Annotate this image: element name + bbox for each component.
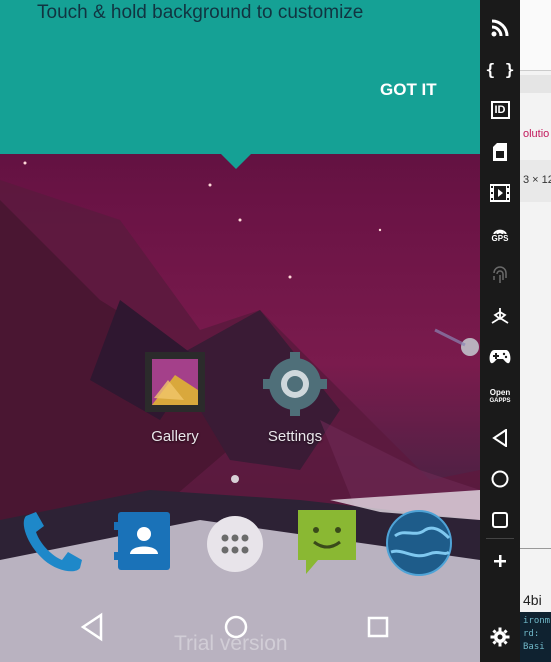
gallery-label: Gallery bbox=[151, 428, 199, 445]
id-label: ID bbox=[490, 101, 510, 119]
nav-back-icon[interactable] bbox=[79, 612, 107, 642]
gamepad-icon[interactable] bbox=[480, 341, 520, 373]
open-gapps-label-1: Open bbox=[489, 388, 511, 397]
recents-icon[interactable] bbox=[480, 504, 520, 536]
open-gapps-icon[interactable]: Open GAPPS bbox=[480, 381, 520, 413]
rss-icon[interactable] bbox=[480, 12, 520, 44]
browser-app[interactable] bbox=[385, 508, 453, 582]
emulator-sidebar: { } ID GPS Open GAPPS bbox=[480, 0, 520, 662]
gallery-icon bbox=[145, 352, 205, 412]
settings-icon bbox=[263, 352, 327, 416]
globe-icon bbox=[386, 510, 452, 576]
contacts-icon bbox=[114, 512, 170, 570]
open-gapps-label-2: GAPPS bbox=[489, 398, 511, 404]
back-icon[interactable] bbox=[480, 422, 520, 454]
android-screen[interactable]: Touch & hold background to customize GOT… bbox=[0, 0, 480, 662]
fingerprint-icon bbox=[480, 259, 520, 291]
trial-version-watermark: Trial version bbox=[174, 632, 288, 655]
plus-icon[interactable] bbox=[480, 545, 520, 577]
bg-window-header bbox=[520, 0, 551, 71]
page-indicator bbox=[231, 475, 239, 483]
gps-label: GPS bbox=[491, 233, 509, 243]
gallery-app[interactable]: Gallery bbox=[135, 350, 215, 445]
messaging-icon bbox=[298, 510, 356, 574]
contacts-app[interactable] bbox=[112, 508, 174, 578]
phone-icon bbox=[23, 512, 82, 572]
accelerometer-icon[interactable] bbox=[480, 300, 520, 332]
bg-text-size: 3 × 12 bbox=[523, 174, 551, 186]
tooltip-message: Touch & hold background to customize bbox=[37, 2, 364, 23]
bg-terminal-line-3: Basi bbox=[523, 642, 545, 652]
bg-terminal-line-1: ironm bbox=[523, 616, 551, 626]
app-drawer[interactable] bbox=[205, 514, 265, 578]
bg-window-bar bbox=[520, 75, 551, 93]
settings-app[interactable]: Settings bbox=[255, 350, 335, 445]
gear-icon[interactable] bbox=[480, 621, 520, 653]
bg-text-resolution: olutio bbox=[523, 128, 550, 140]
sim-icon[interactable] bbox=[480, 136, 520, 168]
customize-tooltip: Touch & hold background to customize GOT… bbox=[0, 0, 480, 169]
braces-icon[interactable]: { } bbox=[480, 53, 520, 85]
id-icon[interactable]: ID bbox=[480, 94, 520, 126]
app-drawer-icon bbox=[207, 516, 263, 572]
bg-terminal-line-2: rd: bbox=[523, 629, 540, 639]
gps-icon[interactable]: GPS bbox=[480, 218, 520, 250]
background-window: olutio 3 × 12 4bi ironm rd: Basi bbox=[520, 0, 551, 662]
phone-app[interactable] bbox=[18, 508, 86, 580]
bg-divider bbox=[520, 548, 551, 549]
bg-text-4bit: 4bi bbox=[523, 592, 542, 608]
home-icon[interactable] bbox=[480, 463, 520, 495]
sidebar-divider bbox=[486, 538, 514, 539]
film-icon[interactable] bbox=[480, 177, 520, 209]
tooltip-arrow bbox=[220, 153, 252, 169]
settings-label: Settings bbox=[267, 428, 323, 445]
messaging-app[interactable] bbox=[294, 508, 362, 582]
got-it-button[interactable]: GOT IT bbox=[380, 80, 437, 100]
nav-recents-icon[interactable] bbox=[366, 612, 392, 642]
